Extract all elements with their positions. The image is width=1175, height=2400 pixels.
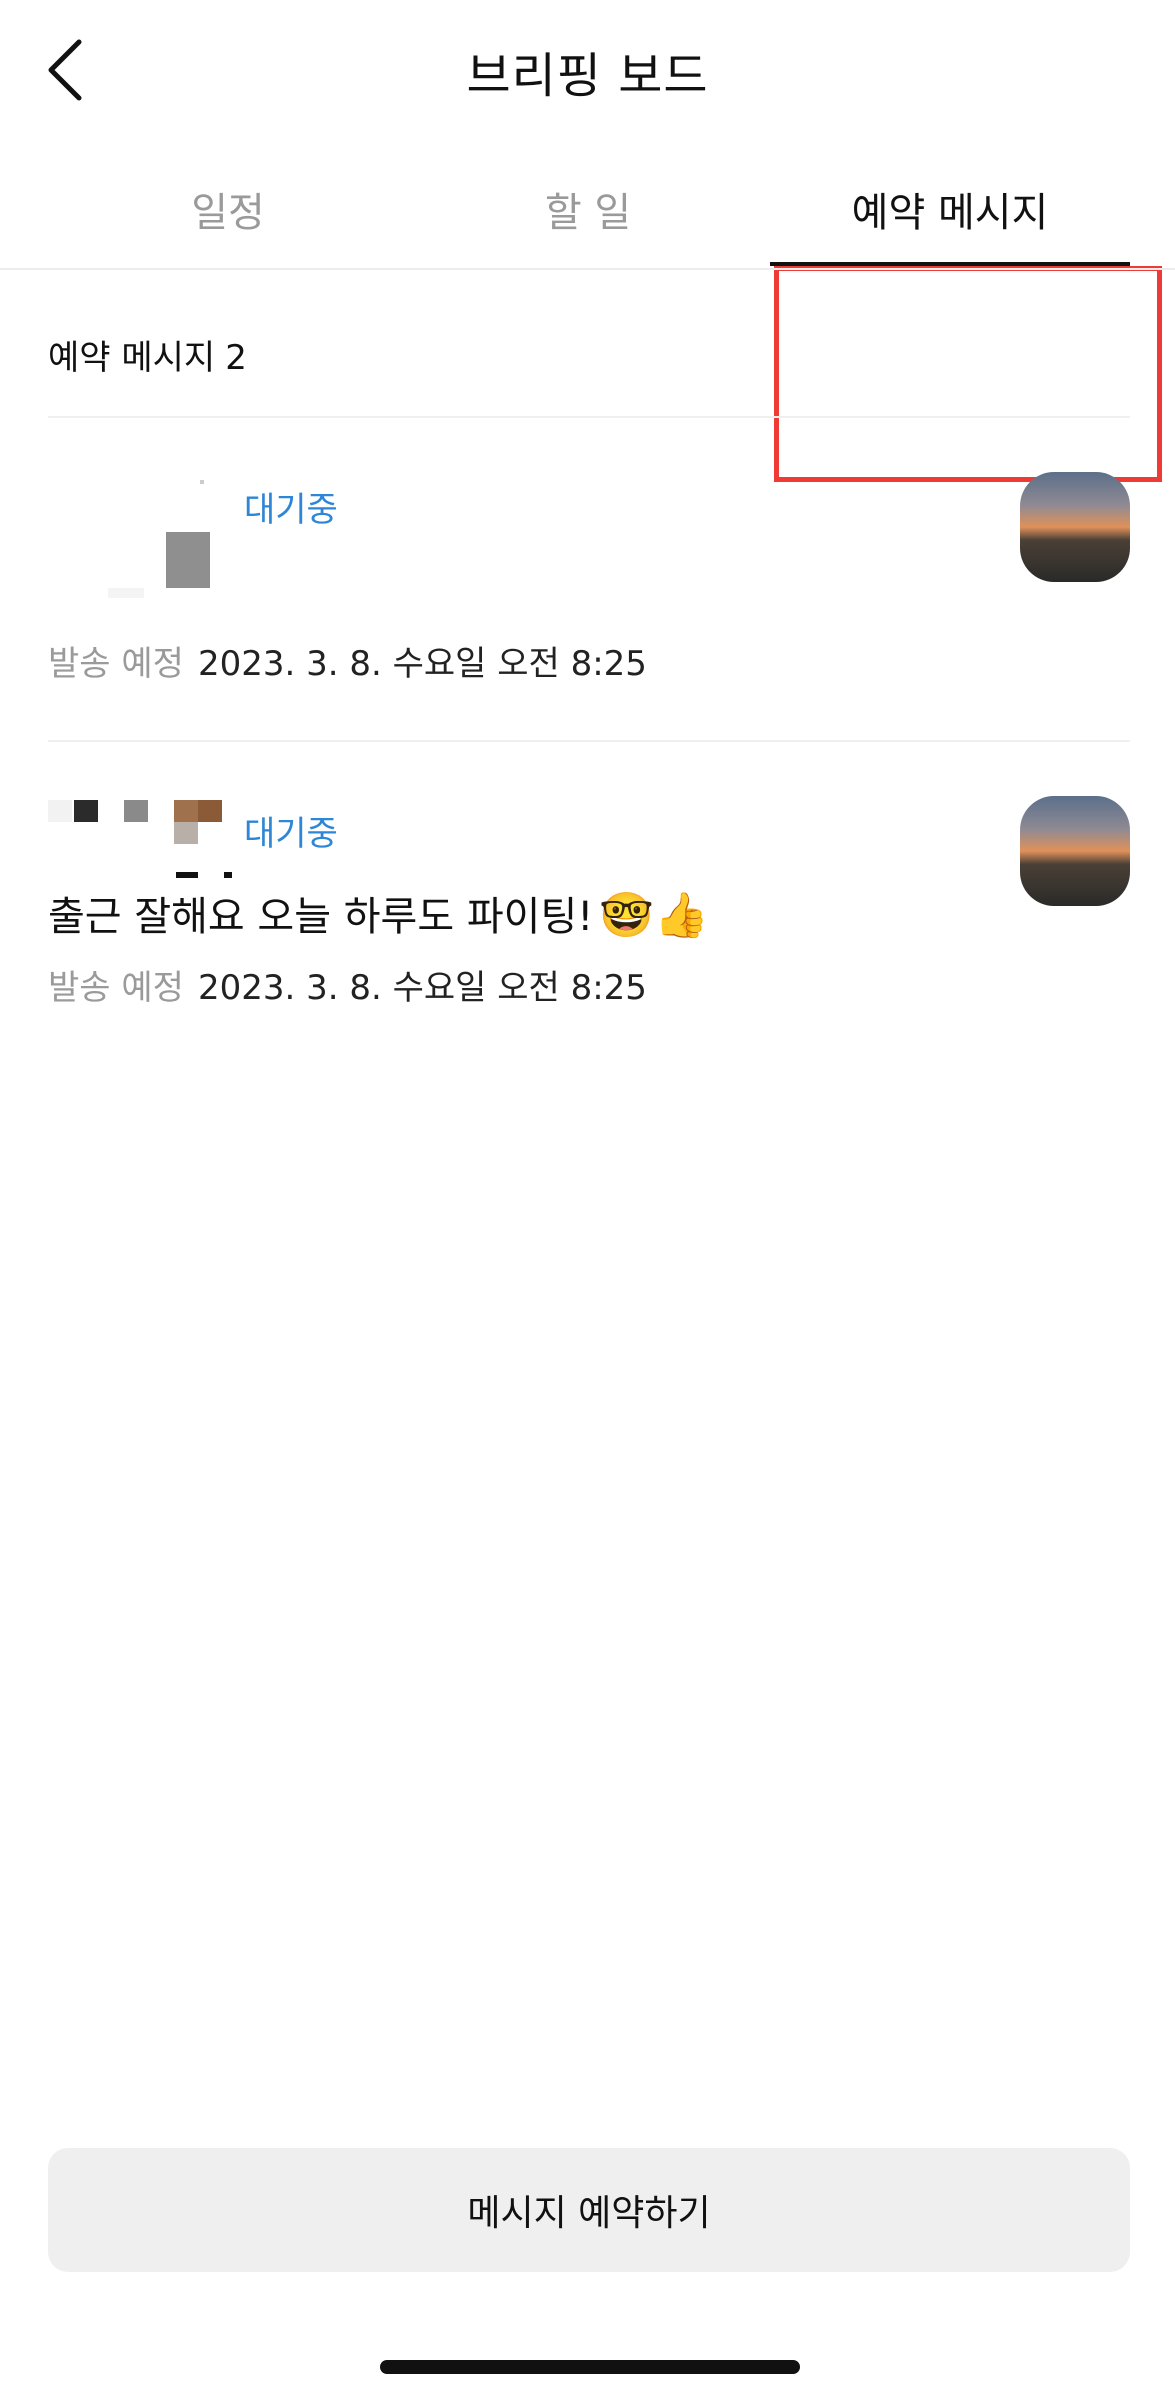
page-title: 브리핑 보드 — [466, 48, 709, 104]
section-title: 예약 메시지 2 — [48, 330, 247, 379]
highlight-annotation-box — [774, 266, 1162, 482]
message-text: 출근 잘해요 오늘 하루도 파이팅! 🤓👍 — [48, 884, 709, 942]
section-title-label: 예약 메시지 — [48, 338, 216, 378]
section-count: 2 — [225, 338, 247, 378]
message-emoji: 🤓👍 — [599, 890, 709, 941]
recipient-avatar — [1020, 472, 1130, 582]
schedule-label: 발송 예정 — [48, 644, 184, 684]
tab-bar: 일정 할 일 예약 메시지 — [0, 150, 1175, 482]
section-divider — [48, 416, 1130, 418]
schedule-label: 발송 예정 — [48, 968, 184, 1008]
message-divider — [48, 740, 1130, 742]
tab-schedule[interactable]: 일정 — [48, 150, 408, 268]
schedule-row: 발송 예정 2023. 3. 8. 수요일 오전 8:25 — [48, 960, 647, 1009]
tabs-divider — [0, 268, 1175, 270]
recipient-avatar — [1020, 796, 1130, 906]
tab-todo[interactable]: 할 일 — [408, 150, 768, 268]
briefing-board-screen: 브리핑 보드 일정 할 일 예약 메시지 예약 메시지 2 대기중 발송 예정 20… — [0, 0, 1175, 2400]
schedule-message-button[interactable]: 메시지 예약하기 — [48, 2148, 1130, 2272]
tab-scheduled-messages[interactable]: 예약 메시지 — [770, 150, 1130, 268]
status-badge: 대기중 — [244, 490, 338, 530]
scheduled-message-item[interactable]: 대기중 출근 잘해요 오늘 하루도 파이팅! 🤓👍 발송 예정 2023. 3. 8… — [48, 794, 1130, 1014]
schedule-row: 발송 예정 2023. 3. 8. 수요일 오전 8:25 — [48, 636, 647, 685]
header: 브리핑 보드 — [0, 0, 1175, 140]
home-indicator — [380, 2360, 800, 2374]
message-body: 출근 잘해요 오늘 하루도 파이팅! — [48, 894, 594, 940]
schedule-datetime: 2023. 3. 8. 수요일 오전 8:25 — [197, 644, 647, 684]
scheduled-message-item[interactable]: 대기중 발송 예정 2023. 3. 8. 수요일 오전 8:25 — [48, 470, 1130, 690]
active-tab-indicator — [770, 262, 1130, 266]
sender-name-redacted — [48, 470, 238, 600]
status-badge: 대기중 — [244, 814, 338, 854]
schedule-datetime: 2023. 3. 8. 수요일 오전 8:25 — [197, 968, 647, 1008]
